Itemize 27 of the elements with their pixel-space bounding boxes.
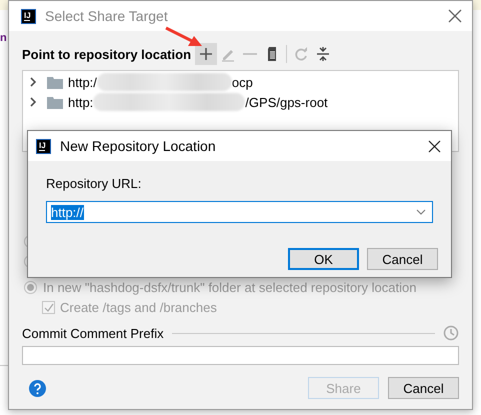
input-field[interactable]: [22, 346, 459, 365]
close-icon[interactable]: [428, 140, 441, 152]
toolbar-button[interactable]: [195, 43, 218, 65]
app-logo: IJ: [21, 8, 36, 24]
repository-url[interactable]: http:/: [68, 74, 97, 90]
window-title: Select Share Target: [45, 8, 168, 24]
minus-icon: [243, 53, 258, 55]
folder-icon: [47, 96, 63, 108]
app-logo: IJ: [36, 138, 51, 154]
section-label: Point to repository location: [22, 46, 192, 62]
dialog-button[interactable]: Cancel: [388, 377, 459, 399]
dialog-button[interactable]: Cancel: [367, 248, 438, 270]
checkbox-label: Create /tags and /branches: [60, 300, 217, 314]
field-label: Commit Comment Prefix: [22, 326, 164, 340]
url-combo-box[interactable]: http://: [46, 201, 433, 223]
repository-url[interactable]: ocp: [232, 74, 253, 90]
field-label: Repository URL:: [46, 176, 142, 191]
annotation-arrow: [165, 26, 202, 46]
option-label: In new "hashdog-dsfx/trunk" folder at selected repository location: [43, 280, 416, 294]
repository-url[interactable]: /GPS/gps-root: [245, 94, 328, 110]
background-text: n: [0, 32, 7, 45]
folder-icon: [47, 76, 63, 88]
window-title: New Repository Location: [60, 138, 216, 154]
repository-url[interactable]: http:: [68, 94, 94, 110]
check-icon: [43, 302, 54, 312]
dialog-button[interactable]: OK: [288, 248, 359, 270]
help-icon[interactable]: [29, 380, 46, 396]
